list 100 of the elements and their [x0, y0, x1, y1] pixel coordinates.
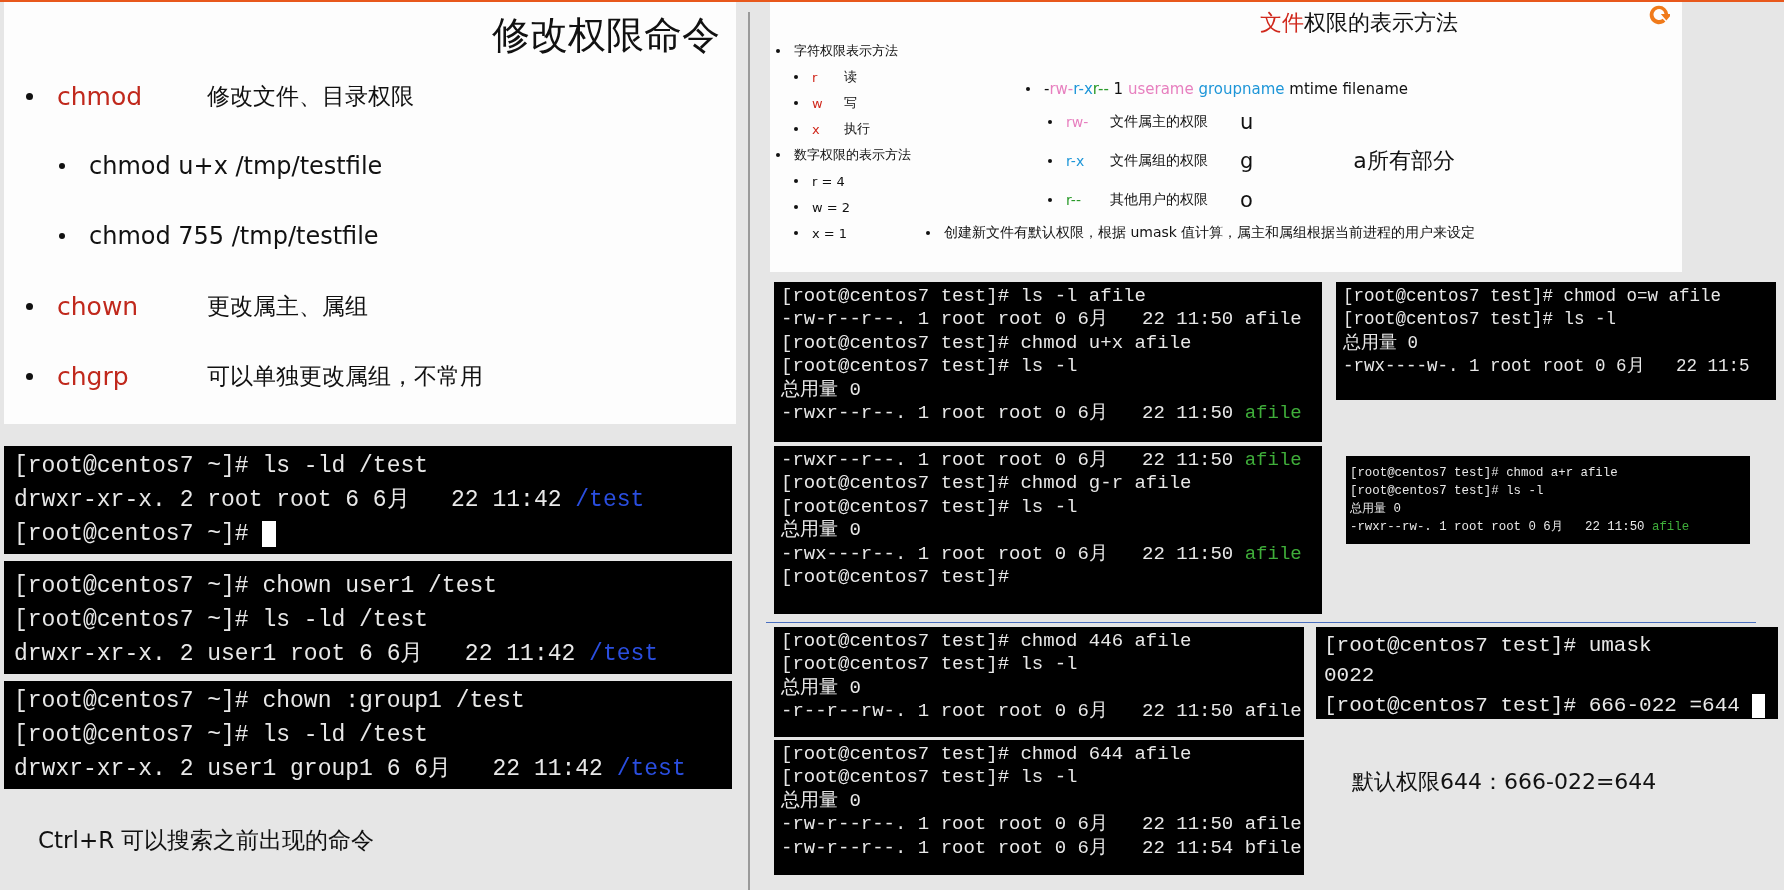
class-letter: o: [1240, 187, 1253, 212]
class-letter: g: [1240, 148, 1254, 173]
terminal-line: 总用量 0: [781, 378, 861, 403]
terminal-line: [root@centos7 test]# ls -l: [781, 766, 1078, 790]
note-text: Ctrl+R 可以搜索之前出现的命令: [38, 826, 376, 855]
command-name: chmod: [57, 81, 144, 111]
terminal-line: 总用量 0: [781, 676, 861, 701]
bullet-icon: [26, 92, 33, 100]
terminal-line: [root@centos7 test]# ls -l: [1343, 308, 1617, 332]
terminal-line: -rwxr--r--. 1 root root 0 6月 22 11:50: [781, 402, 1234, 426]
file-name: afile: [1244, 402, 1302, 426]
terminal-line: 总用量 0: [781, 789, 861, 814]
permission-symbol: w = 2: [812, 199, 851, 215]
bullet-icon: [26, 372, 33, 380]
terminal-line: [root@centos7 test]# 666-022 =644: [1324, 693, 1740, 719]
permission-symbol: r-x: [1066, 152, 1086, 169]
command-description: 可以单独更改属组，不常用: [207, 361, 483, 391]
example-command: chmod 755 /tmp/testfile: [89, 222, 379, 250]
permission-meaning: 读: [844, 68, 857, 86]
terminal-line: [root@centos7 test]# chmod g-r afile: [781, 472, 1192, 496]
terminal-line: -rw-r--r--. 1 root root 0 6月 22 11:50 afile: [781, 813, 1302, 837]
umask-note: 创建新文件有默认权限，根据 umask 值计算，属主和属组根据当前进程的用户来设定: [944, 224, 1476, 242]
bullet-icon: [776, 153, 780, 157]
file-name: afile: [1652, 519, 1690, 536]
bullet-icon: [59, 233, 65, 239]
terminal-line: drwxr-xr-x. 2 user1 group1 6 6月 22 11:42: [14, 755, 603, 784]
file-name: /test: [575, 486, 645, 515]
terminal-line: drwxr-xr-x. 2 root root 6 6月 22 11:42: [14, 486, 562, 515]
command-description: 修改文件、目录权限: [207, 81, 414, 111]
section-heading: 字符权限表示方法: [794, 42, 898, 60]
permission-symbol: rw-: [1066, 113, 1090, 130]
bullet-icon: [794, 75, 798, 79]
terminal-line: 0022: [1324, 663, 1375, 689]
bullet-icon: [1026, 87, 1030, 91]
command-name: chgrp: [57, 361, 130, 391]
terminal-line: [root@centos7 test]# ls -l: [781, 495, 1078, 519]
permission-meaning: 执行: [844, 120, 870, 138]
section-heading: 数字权限的表示方法: [794, 146, 911, 164]
permission-meaning: 文件属主的权限: [1110, 112, 1209, 131]
class-letter: u: [1240, 109, 1254, 134]
note-text: 默认权限644：666-022=644: [1352, 768, 1658, 796]
terminal-line: [root@centos7 ~]# ls -ld /test: [14, 606, 429, 635]
permission-meaning: 写: [844, 94, 857, 112]
bullet-icon: [1048, 119, 1052, 124]
terminal-line: [root@centos7 test]#: [781, 566, 1010, 590]
bullet-icon: [776, 49, 780, 53]
permission-symbol: x: [812, 121, 821, 137]
permission-symbol: x = 1: [812, 225, 848, 241]
bullet-icon: [794, 205, 798, 209]
bullet-icon: [794, 101, 798, 105]
bullet-icon: [26, 302, 33, 310]
bullet-icon: [794, 179, 798, 183]
file-name: afile: [1244, 542, 1302, 567]
terminal-line: [root@centos7 ~]# chown :group1 /test: [14, 687, 525, 716]
terminal-line: -rwxr--r--. 1 root root 0 6月 22 11:50: [781, 449, 1234, 473]
permission-symbol: r--: [1066, 191, 1082, 208]
terminal-line: [root@centos7 ~]#: [14, 520, 249, 549]
terminal-line: [root@centos7 test]# chmod 446 afile: [781, 630, 1192, 654]
permission-symbol: w: [812, 95, 824, 111]
terminal-line: 总用量 0: [1343, 331, 1418, 355]
terminal-line: [root@centos7 test]# ls -l: [781, 653, 1078, 677]
bullet-icon: [794, 231, 798, 235]
permission-meaning: 文件属组的权限: [1110, 151, 1209, 170]
command-description: 更改属主、属组: [207, 291, 368, 321]
terminal-line: [root@centos7 test]# ls -l: [781, 355, 1078, 379]
terminal-line: 总用量 0: [781, 519, 861, 543]
permission-symbol: r = 4: [812, 173, 845, 189]
file-name: /test: [616, 755, 686, 784]
terminal-line: 总用量 0: [1350, 501, 1401, 518]
terminal-line: [root@centos7 ~]# chown user1 /test: [14, 572, 498, 601]
terminal-line: -rwx----w-. 1 root root 0 6月 22 11:5: [1343, 355, 1750, 379]
command-name: chown: [57, 291, 140, 321]
permission-meaning: 其他用户的权限: [1110, 190, 1209, 209]
bullet-icon: [59, 163, 65, 169]
bullet-icon: [1048, 197, 1052, 202]
bullet-icon: [926, 231, 930, 235]
note-text: a所有部分: [1353, 146, 1455, 175]
terminal-line: [root@centos7 ~]# ls -ld /test: [14, 721, 429, 750]
terminal-line: -rwx---r--. 1 root root 0 6月 22 11:50: [781, 542, 1234, 567]
terminal-line: [root@centos7 test]# chmod u+x afile: [781, 331, 1192, 356]
terminal-line: -rw-r--r--. 1 root root 0 6月 22 11:54 bfile: [781, 836, 1302, 861]
terminal-line: -rwxr--rw-. 1 root root 0 6月 22 11:50: [1350, 519, 1645, 536]
terminal-line: [root@centos7 test]# chmod a+r afile: [1350, 465, 1618, 482]
terminal-line: [root@centos7 test]# ls -l: [1350, 483, 1544, 500]
terminal-line: -rw-r--r--. 1 root root 0 6月 22 11:50 afile: [781, 308, 1302, 332]
terminal-line: [root@centos7 test]# chmod o=w afile: [1343, 285, 1722, 308]
terminal-line: [root@centos7 test]# chmod 644 afile: [781, 743, 1192, 767]
swirl-icon: [1648, 4, 1670, 26]
example-command: chmod u+x /tmp/testfile: [89, 152, 383, 180]
bullet-icon: [1048, 158, 1052, 163]
file-name: /test: [589, 640, 659, 669]
terminal-line: [root@centos7 test]# umask: [1324, 633, 1652, 659]
terminal-line: -r--r--rw-. 1 root root 0 6月 22 11:50 afile: [781, 700, 1302, 724]
listing-format: -rw-r-xr-- 1 userame groupname mtime filename: [1044, 80, 1408, 98]
slide-title: 文件权限的表示方法: [1259, 9, 1459, 37]
terminal-line: [root@centos7 test]# ls -l afile: [781, 285, 1146, 309]
slide-title: 修改权限命令: [491, 12, 721, 59]
bullet-icon: [794, 127, 798, 131]
terminal-line: [root@centos7 ~]# ls -ld /test: [14, 452, 429, 481]
terminal-line: drwxr-xr-x. 2 user1 root 6 6月 22 11:42: [14, 640, 576, 669]
